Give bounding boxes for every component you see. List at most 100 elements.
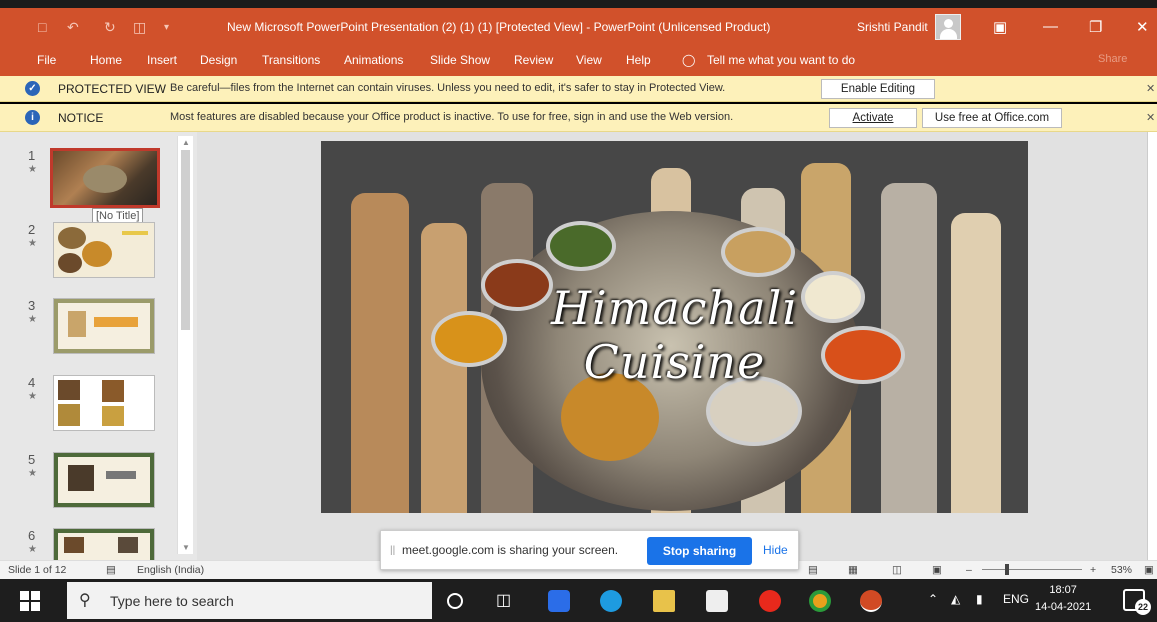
main-scrollbar[interactable]	[1147, 132, 1157, 560]
slide-preview[interactable]	[53, 222, 155, 278]
lightbulb-icon: ◯	[682, 53, 696, 67]
slide-preview[interactable]	[53, 528, 155, 560]
zoom-level[interactable]: 53%	[1111, 564, 1132, 576]
protected-view-message: Be careful—files from the Internet can c…	[170, 82, 726, 94]
tab-review[interactable]: Review	[514, 53, 553, 67]
scroll-down-icon[interactable]: ▼	[182, 543, 190, 552]
windows-taskbar: ⚲ Type here to search ◫ ⌃ ◭ ▮ ENG 18:07 …	[0, 579, 1157, 622]
slide-counter: Slide 1 of 12	[8, 564, 67, 576]
info-icon: i	[25, 110, 40, 125]
slide-thumbnail-panel: 1 ★ [No Title] 2 ★ 3 ★ 4 ★ 5 ★ 6 ★ ▲ ▼	[0, 132, 197, 560]
language-indicator[interactable]: ENG	[1003, 592, 1029, 606]
date: 14-04-2021	[1035, 601, 1092, 613]
drag-handle-icon[interactable]: ||	[390, 545, 395, 556]
spelling-icon[interactable]: ▤	[106, 564, 116, 576]
tab-help[interactable]: Help	[626, 53, 651, 67]
redo-icon[interactable]: ↻	[104, 19, 116, 36]
cortana-icon[interactable]	[447, 593, 463, 609]
star-icon: ★	[28, 164, 37, 175]
powerpoint-icon[interactable]	[860, 590, 882, 612]
current-slide[interactable]: Himachali Cuisine	[321, 141, 1028, 513]
share-button[interactable]: Share	[1098, 53, 1127, 65]
notice-message: Most features are disabled because your …	[170, 111, 734, 123]
maximize-icon[interactable]: ❐	[1089, 18, 1102, 36]
tab-transitions[interactable]: Transitions	[262, 53, 320, 67]
file-explorer-icon[interactable]	[653, 590, 675, 612]
stop-sharing-button[interactable]: Stop sharing	[647, 537, 752, 565]
clock[interactable]: 18:07 14-04-2021	[1035, 582, 1091, 616]
zoom-slider[interactable]	[982, 569, 1082, 570]
star-icon: ★	[28, 238, 37, 249]
language-indicator[interactable]: English (India)	[137, 564, 204, 576]
normal-view-icon[interactable]: ▤	[808, 564, 818, 576]
slide-preview[interactable]	[50, 148, 160, 208]
save-icon[interactable]: □	[38, 19, 46, 35]
curry-bowl	[721, 227, 795, 277]
tab-view[interactable]: View	[576, 53, 602, 67]
close-bar-icon[interactable]: ✕	[1146, 82, 1155, 95]
task-view-icon[interactable]: ◫	[496, 590, 518, 612]
scroll-up-icon[interactable]: ▲	[182, 138, 190, 147]
search-placeholder: Type here to search	[110, 593, 234, 609]
microphone-icon[interactable]: ▮	[976, 592, 983, 606]
activate-button[interactable]: Activate	[829, 108, 917, 128]
tell-me-search[interactable]: Tell me what you want to do	[707, 53, 855, 67]
zoom-out-button[interactable]: –	[966, 564, 972, 576]
use-free-office-button[interactable]: Use free at Office.com	[922, 108, 1062, 128]
edge-icon[interactable]	[600, 590, 622, 612]
slide-title-line-1: Himachali	[550, 281, 799, 335]
enable-editing-button[interactable]: Enable Editing	[821, 79, 935, 99]
scrollbar-thumb[interactable]	[181, 150, 190, 330]
slide-title-line-2: Cuisine	[583, 335, 766, 389]
tab-home[interactable]: Home	[90, 53, 122, 67]
zoom-in-button[interactable]: +	[1090, 564, 1096, 576]
slide-preview[interactable]	[53, 452, 155, 508]
chrome-icon[interactable]	[809, 590, 831, 612]
user-name[interactable]: Srishti Pandit	[857, 20, 928, 34]
tab-animations[interactable]: Animations	[344, 53, 403, 67]
slide-sorter-icon[interactable]: ▦	[848, 564, 858, 576]
undo-icon[interactable]: ↶	[67, 19, 79, 36]
thumbnail-scrollbar[interactable]: ▲ ▼	[177, 136, 193, 554]
store-icon[interactable]	[706, 590, 728, 612]
sharing-message: meet.google.com is sharing your screen.	[402, 543, 619, 557]
avatar[interactable]	[935, 14, 961, 40]
ribbon-tabs: File Home Insert Design Transitions Anim…	[0, 46, 1157, 76]
star-icon: ★	[28, 544, 37, 555]
minimize-icon[interactable]: —	[1043, 18, 1058, 35]
title-bar: □ ↶ ↻ ◫ ▾ New Microsoft PowerPoint Prese…	[0, 8, 1157, 46]
opera-icon[interactable]	[759, 590, 781, 612]
zoom-slider-handle[interactable]	[1005, 564, 1009, 575]
star-icon: ★	[28, 391, 37, 402]
customize-toolbar-icon[interactable]: ▾	[164, 22, 169, 33]
present-icon[interactable]: ◫	[133, 19, 146, 36]
network-icon[interactable]: ◭	[951, 592, 960, 606]
fit-to-window-icon[interactable]: ▣	[1144, 564, 1154, 576]
reading-view-icon[interactable]: ◫	[892, 564, 902, 576]
show-hidden-icons[interactable]: ⌃	[928, 592, 938, 606]
tab-design[interactable]: Design	[200, 53, 237, 67]
tab-slide-show[interactable]: Slide Show	[430, 53, 490, 67]
tab-file[interactable]: File	[37, 53, 56, 67]
star-icon: ★	[28, 314, 37, 325]
slide-number: 6	[28, 528, 36, 543]
hide-button[interactable]: Hide	[763, 543, 788, 557]
slide-editing-area: Himachali Cuisine	[197, 132, 1157, 560]
ribbon-display-options-icon[interactable]: ▣	[993, 18, 1007, 36]
zoom-app-icon[interactable]	[548, 590, 570, 612]
close-icon[interactable]: ✕	[1136, 18, 1149, 36]
notification-count: 22	[1135, 599, 1151, 615]
slide-preview[interactable]	[53, 298, 155, 354]
windows-start-icon[interactable]	[20, 591, 40, 611]
screen-share-popup: || meet.google.com is sharing your scree…	[380, 530, 799, 570]
slide-number: 1	[28, 148, 36, 163]
slide-preview[interactable]	[53, 375, 155, 431]
slideshow-view-icon[interactable]: ▣	[932, 564, 942, 576]
close-bar-icon[interactable]: ✕	[1146, 111, 1155, 124]
notifications-icon[interactable]: 22	[1123, 589, 1151, 615]
protected-view-label: PROTECTED VIEW	[58, 82, 167, 96]
protected-view-bar: ✓ PROTECTED VIEW Be careful—files from t…	[0, 76, 1157, 102]
taskbar-search-box[interactable]: ⚲ Type here to search	[67, 582, 432, 619]
slide-number: 2	[28, 222, 36, 237]
tab-insert[interactable]: Insert	[147, 53, 177, 67]
